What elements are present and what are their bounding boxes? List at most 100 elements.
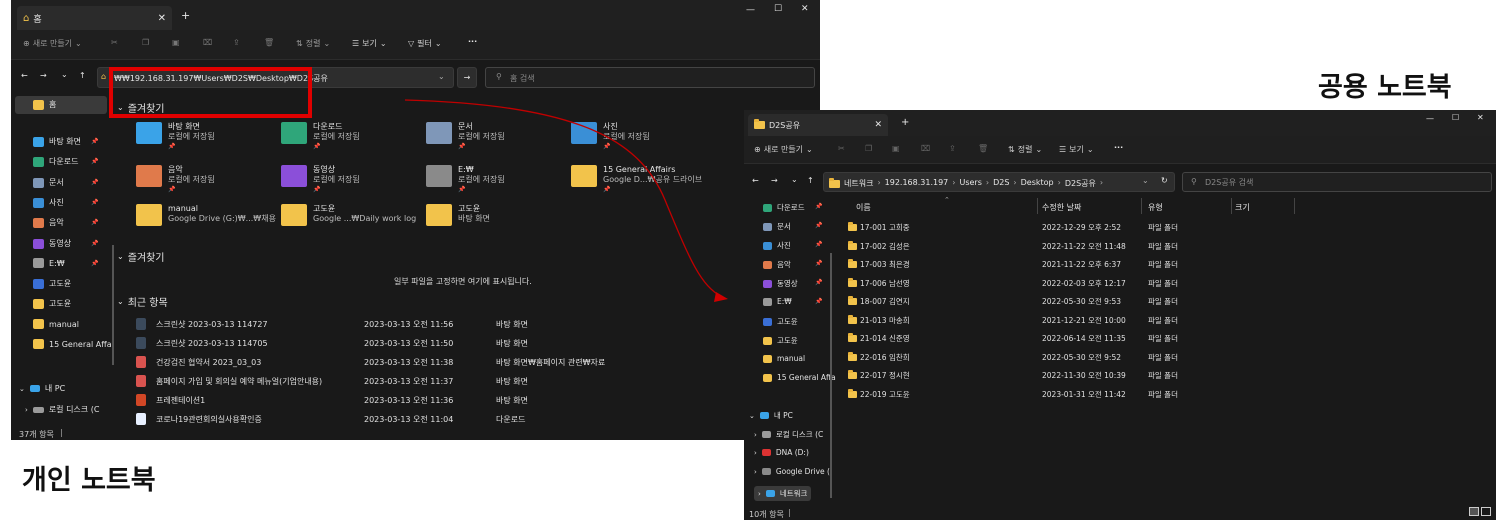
section-favorites-header[interactable]: ⌄ 즐겨찾기 — [117, 100, 165, 115]
recent-locations-icon[interactable]: ⌄ — [791, 175, 798, 184]
file-row[interactable]: 22-017 정시현 2022-11-30 오전 10:39 파일 폴더 — [834, 368, 1394, 383]
pin-icon[interactable]: 📌 — [91, 260, 98, 267]
recent-row[interactable]: 건강검진 협약서 2023_03_03 2023-03-13 오전 11:38 바탕… — [136, 354, 816, 370]
rename-icon[interactable]: ⌧ — [203, 38, 212, 47]
column-type[interactable]: 유형 — [1148, 202, 1163, 213]
copy-icon[interactable]: ❐ — [142, 38, 149, 47]
pin-icon[interactable]: 📌 — [815, 203, 822, 210]
right-address-bar[interactable]: 네트워크 › 192.168.31.197 › Users › D2S › Desktop › D2… — [823, 172, 1175, 192]
delete-icon[interactable]: 🗑 — [978, 144, 988, 153]
sidebar-tree-item[interactable]: › Google Drive ( — [754, 467, 830, 476]
up-icon[interactable]: ↑ — [807, 176, 814, 185]
breadcrumb-item[interactable]: 네트워크 — [844, 178, 873, 189]
sidebar-item[interactable]: 사진 — [33, 197, 64, 208]
details-view-icon[interactable] — [1469, 507, 1479, 516]
sidebar-item[interactable]: 고도윤 — [33, 278, 71, 289]
refresh-button[interactable]: → — [457, 67, 477, 88]
pin-icon[interactable]: 📌 — [815, 298, 822, 305]
pin-icon[interactable]: 📌 — [815, 260, 822, 267]
view-button[interactable]: ☰ 보기 ⌄ — [1059, 144, 1094, 155]
back-icon[interactable]: ← — [752, 176, 759, 185]
rename-icon[interactable]: ⌧ — [921, 144, 930, 153]
sidebar-item[interactable]: 다운로드 — [763, 202, 805, 213]
file-row[interactable]: 22-019 고도윤 2023-01-31 오전 11:42 파일 폴더 — [834, 387, 1394, 402]
new-button[interactable]: ⊕ 새로 만들기 ⌄ — [754, 144, 813, 155]
file-row[interactable]: 17-003 최은경 2021-11-22 오후 6:37 파일 폴더 — [834, 257, 1394, 272]
pin-icon[interactable]: 📌 — [91, 138, 98, 145]
quick-access-item[interactable]: 고도윤 바탕 화면 — [426, 204, 490, 226]
sidebar-item-pc[interactable]: ⌄ 내 PC — [19, 383, 65, 394]
copy-icon[interactable]: ❐ — [865, 144, 872, 153]
recent-row[interactable]: 프레젠테이션1 2023-03-13 오전 11:36 바탕 화면 — [136, 392, 816, 408]
minimize-icon[interactable]: — — [1426, 114, 1434, 123]
file-row[interactable]: 17-002 김성은 2022-11-22 오전 11:48 파일 폴더 — [834, 239, 1394, 254]
paste-icon[interactable]: ▣ — [172, 38, 180, 47]
more-button[interactable]: ··· — [1114, 143, 1123, 152]
sidebar-item[interactable]: 동영상 — [33, 238, 71, 249]
file-row[interactable]: 21-013 마송희 2021-12-21 오전 10:00 파일 폴더 — [834, 313, 1394, 328]
sort-button[interactable]: ⇅ 정렬 ⌄ — [1008, 144, 1042, 155]
sidebar-item[interactable]: 홈 — [33, 99, 56, 110]
new-tab-icon[interactable]: + — [901, 117, 909, 128]
recent-row[interactable]: 스크린샷 2023-03-13 114705 2023-03-13 오전 11:5… — [136, 335, 816, 351]
sidebar-tree-item[interactable]: › 네트워크 — [754, 486, 812, 501]
cut-icon[interactable]: ✂ — [111, 38, 118, 47]
column-size[interactable]: 크기 — [1235, 202, 1250, 213]
recent-locations-icon[interactable]: ⌄ — [61, 70, 68, 79]
section-pinned-header[interactable]: ⌄ 즐겨찾기 — [117, 249, 165, 264]
new-tab-icon[interactable]: + — [181, 9, 190, 22]
column-name[interactable]: 이름 — [856, 202, 871, 213]
sidebar-item[interactable]: 문서 — [763, 221, 791, 232]
column-date[interactable]: 수정한 날짜 — [1042, 202, 1081, 213]
sidebar-item[interactable]: E:₩ — [763, 297, 792, 306]
file-row[interactable]: 21-014 신준영 2022-06-14 오전 11:35 파일 폴더 — [834, 331, 1394, 346]
pin-icon[interactable]: 📌 — [91, 219, 98, 226]
share-icon[interactable]: ⇪ — [949, 144, 956, 153]
sort-button[interactable]: ⇅ 정렬 ⌄ — [296, 38, 330, 49]
quick-access-item[interactable]: 바탕 화면 로컬에 저장됨 📌 — [136, 122, 215, 152]
sidebar-item[interactable]: 동영상 — [763, 278, 798, 289]
up-icon[interactable]: ↑ — [79, 71, 86, 80]
sidebar-item[interactable]: 15 General Affa — [763, 373, 836, 382]
address-dropdown-icon[interactable]: ⌄ — [438, 72, 445, 81]
sidebar-tree-item[interactable]: ⌄ 내 PC — [749, 410, 793, 421]
left-search-box[interactable]: ⚲ 홈 검색 — [485, 67, 815, 88]
pin-icon[interactable]: 📌 — [91, 240, 98, 247]
pin-icon[interactable]: 📌 — [91, 199, 98, 206]
paste-icon[interactable]: ▣ — [892, 144, 900, 153]
breadcrumb-item[interactable]: D2S공유 — [1065, 178, 1096, 189]
address-dropdown-icon[interactable]: ⌄ — [1142, 176, 1149, 185]
quick-access-item[interactable]: 사진 로컬에 저장됨 📌 — [571, 122, 650, 152]
minimize-icon[interactable]: — — [746, 5, 755, 15]
recent-row[interactable]: 코로나19관련회의실사용확인증 2023-03-13 오전 11:04 다운로드 — [136, 411, 816, 425]
maximize-icon[interactable]: ☐ — [774, 4, 782, 14]
sidebar-item[interactable]: manual — [763, 354, 805, 363]
delete-icon[interactable]: 🗑 — [264, 38, 274, 47]
quick-access-item[interactable]: 다운로드 로컬에 저장됨 📌 — [281, 122, 360, 152]
quick-access-item[interactable]: E:₩ 로컬에 저장됨 📌 — [426, 165, 505, 195]
back-icon[interactable]: ← — [21, 71, 28, 80]
left-tab-home[interactable]: ⌂ 홈 ✕ — [17, 6, 172, 30]
sidebar-item[interactable]: 다운로드 — [33, 156, 78, 167]
sidebar-item[interactable]: 음악 — [763, 259, 791, 270]
quick-access-item[interactable]: 고도윤 Google ...₩Daily work log — [281, 204, 416, 226]
refresh-icon[interactable]: ↻ — [1161, 176, 1168, 185]
tiles-view-icon[interactable] — [1481, 507, 1491, 516]
recent-row[interactable]: 홈페이지 가입 및 회의실 예약 메뉴얼(기업안내용) 2023-03-13 오전… — [136, 373, 816, 389]
breadcrumb-item[interactable]: Desktop — [1021, 178, 1054, 189]
file-row[interactable]: 17-006 남선영 2022-02-03 오후 12:17 파일 폴더 — [834, 276, 1394, 291]
file-row[interactable]: 22-016 임찬희 2022-05-30 오전 9:52 파일 폴더 — [834, 350, 1394, 365]
filter-button[interactable]: ▽ 필터 ⌄ — [408, 38, 442, 49]
close-tab-icon[interactable]: ✕ — [874, 120, 882, 130]
sidebar-item[interactable]: 음악 — [33, 217, 64, 228]
sidebar-item[interactable]: 문서 — [33, 177, 64, 188]
pin-icon[interactable]: 📌 — [91, 179, 98, 186]
section-recent-header[interactable]: ⌄ 최근 항목 — [117, 294, 168, 309]
pin-icon[interactable]: 📌 — [815, 279, 822, 286]
sidebar-item-local-disk[interactable]: › 로컬 디스크 (C — [25, 404, 99, 415]
file-row[interactable]: 17-001 고희중 2022-12-29 오후 2:52 파일 폴더 — [834, 220, 1394, 235]
quick-access-item[interactable]: 동영상 로컬에 저장됨 📌 — [281, 165, 360, 195]
close-tab-icon[interactable]: ✕ — [158, 13, 166, 24]
sidebar-item[interactable]: 사진 — [763, 240, 791, 251]
close-window-icon[interactable]: ✕ — [1477, 113, 1484, 122]
